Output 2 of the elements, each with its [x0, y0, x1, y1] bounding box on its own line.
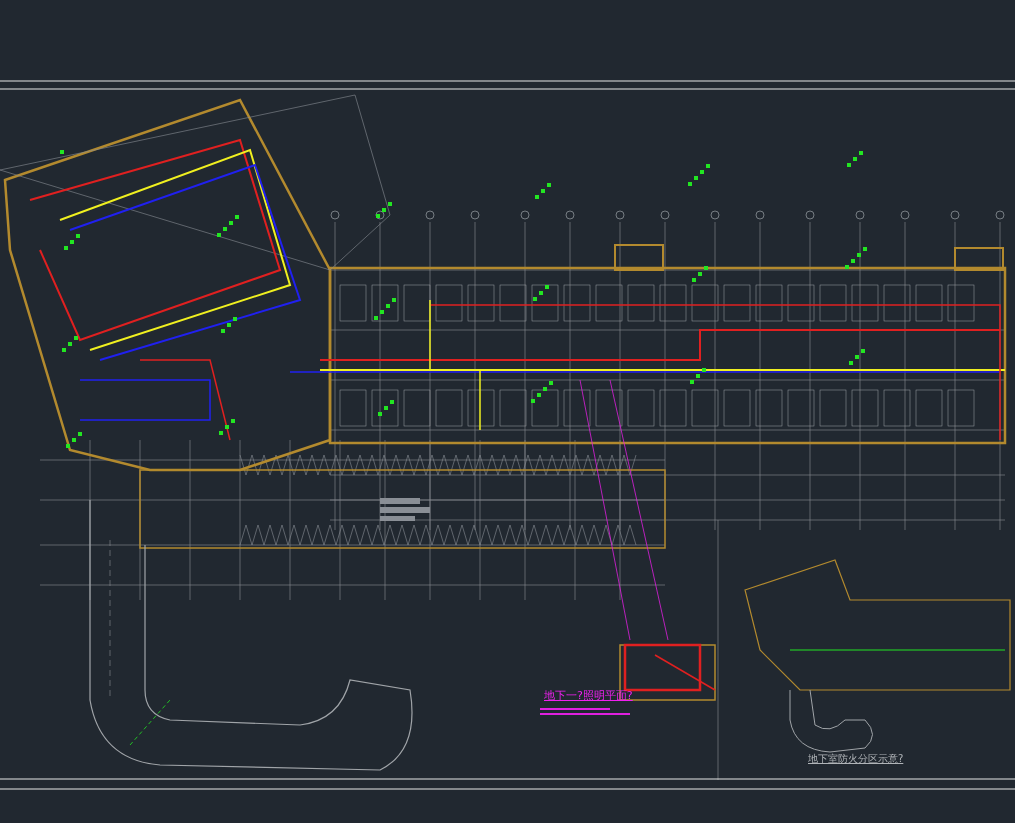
key-plan-title: 地下室防火分区示意?: [808, 754, 904, 764]
drawing-title: 地下一?照明平面?: [544, 690, 633, 701]
